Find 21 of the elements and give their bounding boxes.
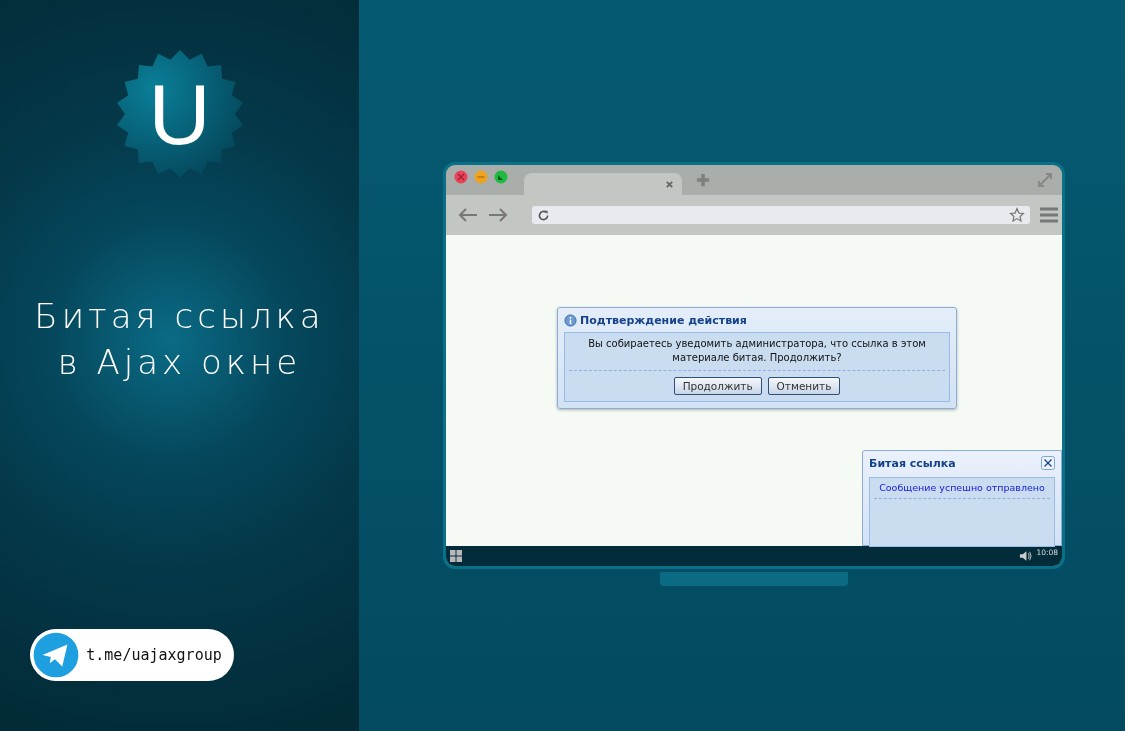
speaker-icon[interactable] [1019, 550, 1033, 562]
telegram-link[interactable]: t.me/uajaxgroup [30, 629, 234, 681]
dialog-button[interactable]: Продолжить [673, 377, 762, 395]
notification-title: Битая ссылка [869, 456, 956, 470]
forward-arrow-icon[interactable] [488, 207, 508, 223]
dialog-button[interactable]: Отменить [767, 377, 841, 395]
star-icon[interactable] [1009, 207, 1025, 223]
headline: в Ajax окне [57, 341, 302, 384]
maximize-icon[interactable] [494, 169, 508, 184]
back-arrow-icon[interactable] [458, 207, 478, 223]
dialog-message: Вы собираетесь уведомить администратора, что ссылка в этом материале битая. Продолжить? [587, 337, 927, 365]
dialog-title: Подтверждение действия [580, 313, 747, 327]
logo-badge: U [115, 50, 244, 178]
reload-icon[interactable] [537, 208, 550, 222]
notification-message: Сообщение успешно отправлено [878, 482, 1046, 493]
menu-icon[interactable] [1040, 207, 1058, 223]
plus-icon[interactable] [696, 173, 710, 187]
windows-icon[interactable] [450, 550, 462, 562]
close-icon[interactable] [1041, 456, 1055, 470]
headline: Битая ссылка [34, 295, 325, 338]
info-icon [564, 313, 577, 327]
